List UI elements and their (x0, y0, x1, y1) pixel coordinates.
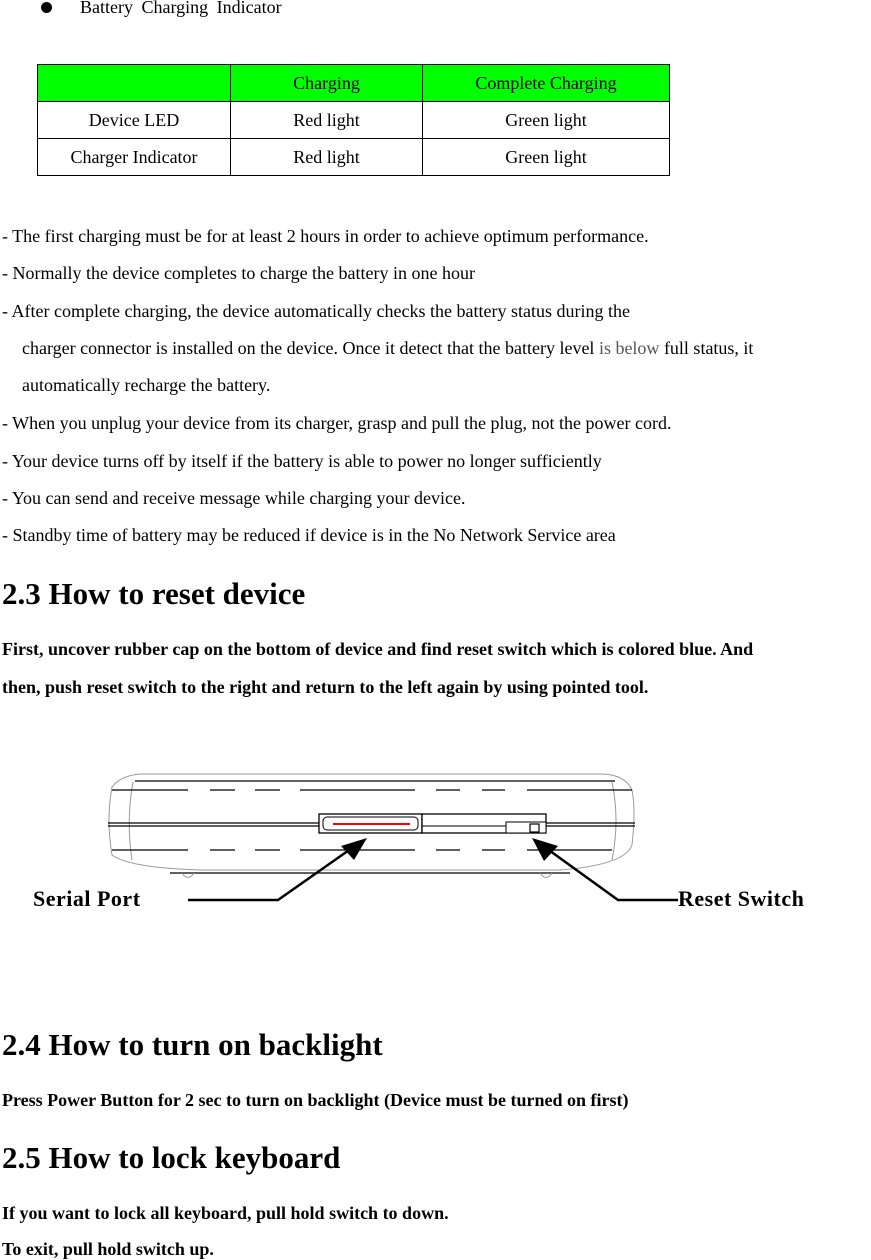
table-cell: Green light (422, 138, 670, 176)
note-text: charger connector is installed on the de… (22, 338, 599, 358)
reset-instruction-line: then, push reset switch to the right and… (2, 677, 649, 697)
reset-switch-arrow (532, 838, 678, 902)
lock-instruction-line: To exit, pull hold switch up. (2, 1239, 214, 1259)
battery-indicator-table: Charging Complete Charging Device LED Re… (37, 64, 670, 176)
table-row: Charger Indicator Red light Green light (37, 138, 670, 176)
table-cell: Charger Indicator (37, 138, 231, 176)
reset-switch-label: Reset Switch (678, 886, 804, 911)
section-heading-lock: 2.5 How to lock keyboard (2, 1140, 341, 1175)
table-header-cell: Charging (230, 64, 423, 102)
bullet-label: Battery Charging Indicator (80, 0, 282, 17)
serial-port (318, 813, 423, 834)
table-row: Device LED Red light Green light (37, 101, 670, 139)
note-line-continued: automatically recharge the battery. (22, 375, 271, 395)
reset-instruction-line: First, uncover rubber cap on the bottom … (2, 639, 754, 659)
bullet-icon (41, 2, 52, 13)
serial-port-arrow (188, 838, 367, 902)
note-line: - Your device turns off by itself if the… (2, 451, 602, 471)
backlight-instruction: Press Power Button for 2 sec to turn on … (2, 1090, 629, 1110)
section-heading-backlight: 2.4 How to turn on backlight (2, 1027, 383, 1062)
note-line: - The first charging must be for at leas… (2, 226, 649, 246)
lock-instruction-line: If you want to lock all keyboard, pull h… (2, 1203, 449, 1223)
table-cell: Green light (422, 101, 670, 139)
serial-port-label: Serial Port (33, 886, 141, 911)
table-cell: Red light (230, 138, 423, 176)
note-line-continued: charger connector is installed on the de… (22, 338, 753, 359)
device-bottom-diagram: Serial Port Reset Switch (33, 773, 804, 911)
table-cell: Red light (230, 101, 423, 139)
note-line: - After complete charging, the device au… (2, 301, 630, 321)
note-line: - Normally the device completes to charg… (2, 263, 476, 283)
table-header-cell: Complete Charging (422, 64, 670, 102)
table-cell: Device LED (37, 101, 231, 139)
note-line: - You can send and receive message while… (2, 488, 466, 508)
note-highlight-text: is below (598, 338, 660, 358)
table-header-cell (37, 64, 231, 102)
note-line: - Standby time of battery may be reduced… (2, 525, 616, 545)
note-text: full status, it (659, 338, 754, 358)
section-heading-reset: 2.3 How to reset device (2, 576, 306, 611)
table-header-row: Charging Complete Charging (37, 64, 670, 102)
battery-indicator-bullet: Battery Charging Indicator (41, 0, 282, 18)
reset-switch (421, 813, 547, 834)
note-line: - When you unplug your device from its c… (2, 413, 672, 433)
